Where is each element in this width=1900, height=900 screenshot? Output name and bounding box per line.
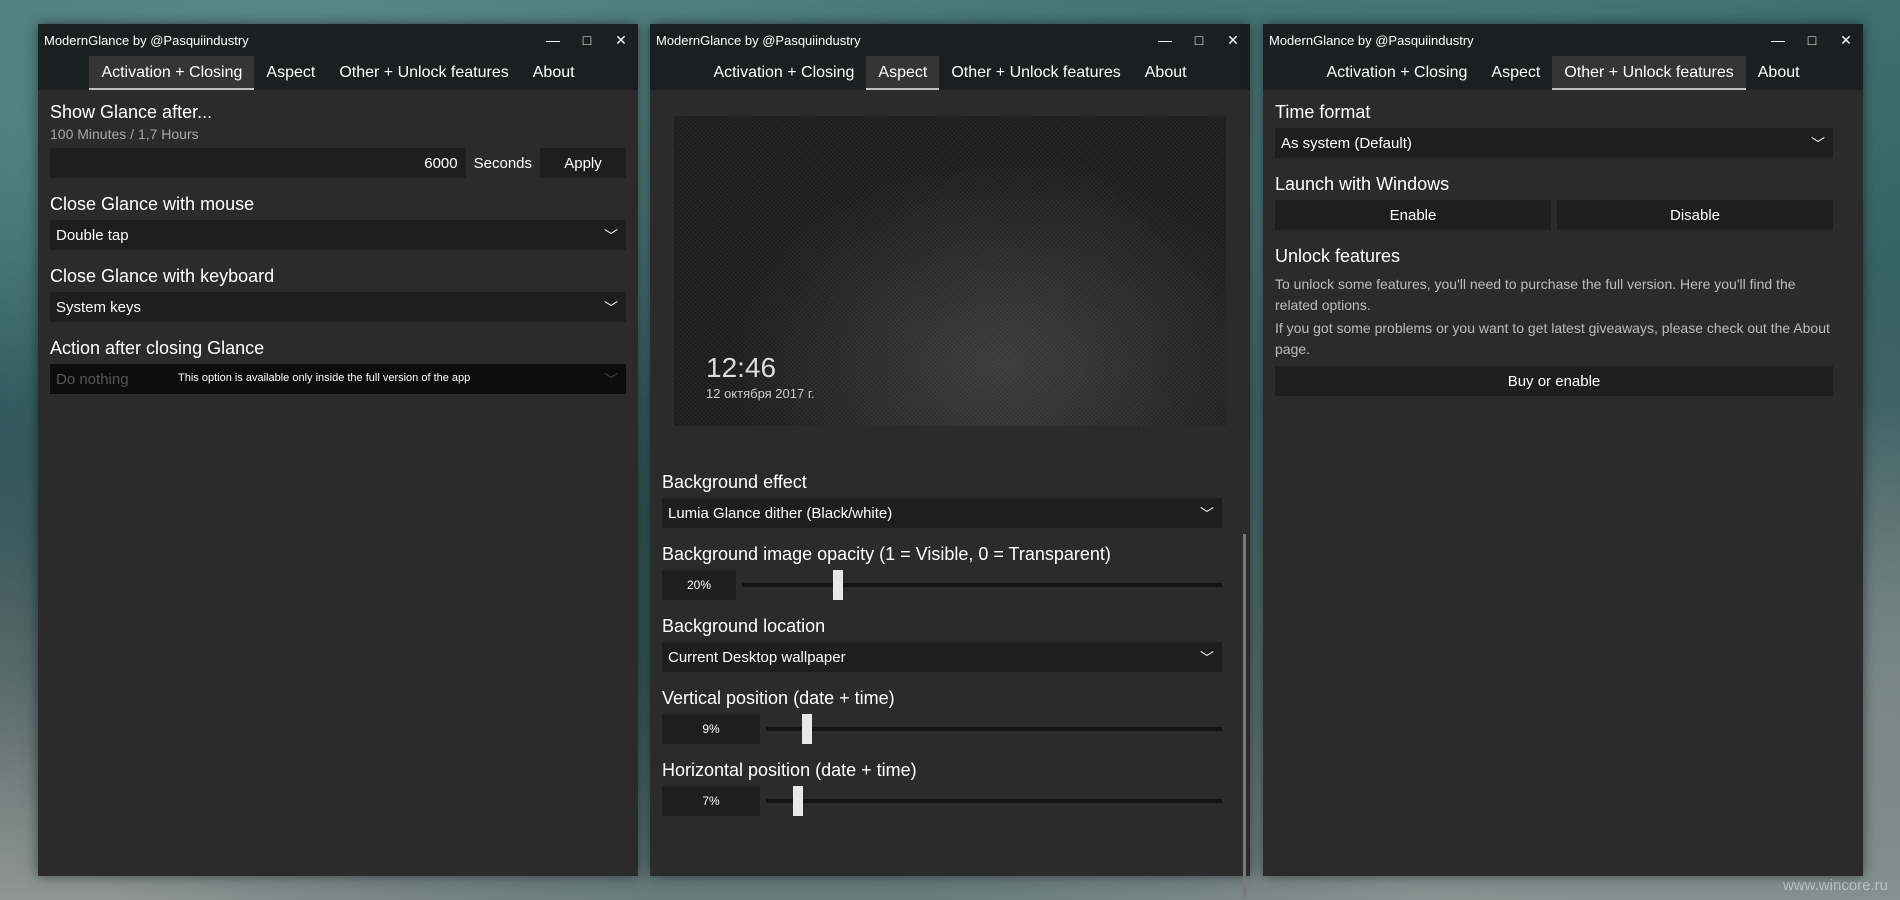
vertical-value: 9% (662, 714, 760, 744)
tab-bar: Activation + Closing Aspect Other + Unlo… (38, 56, 638, 90)
window-title: ModernGlance by @Pasquiindustry (44, 33, 249, 48)
slider-thumb[interactable] (792, 786, 803, 816)
minimize-icon[interactable]: — (538, 26, 568, 54)
close-icon[interactable]: ✕ (606, 26, 636, 54)
vertical-label: Vertical position (date + time) (662, 688, 895, 708)
chevron-down-icon: ﹀ (1200, 650, 1214, 666)
enable-button[interactable]: Enable (1275, 200, 1551, 230)
close-mouse-label: Close Glance with mouse (50, 194, 255, 214)
bg-opacity-label: Background image opacity (1 = Visible, 0… (662, 544, 1111, 564)
close-mouse-select[interactable]: Double tap ﹀ (50, 220, 626, 250)
action-after-label: Action after closing Glance (50, 338, 265, 358)
bg-opacity-slider[interactable]: 20% (662, 570, 1222, 600)
window-title: ModernGlance by @Pasquiindustry (656, 33, 861, 48)
unlock-label: Unlock features (1275, 246, 1401, 266)
tab-about[interactable]: About (1133, 56, 1199, 90)
tab-about[interactable]: About (1746, 56, 1812, 90)
slider-thumb[interactable] (802, 714, 813, 744)
window-activation: ModernGlance by @Pasquiindustry — □ ✕ Ac… (38, 24, 638, 876)
buy-button[interactable]: Buy or enable (1275, 366, 1833, 396)
close-icon[interactable]: ✕ (1831, 26, 1861, 54)
show-after-label: Show Glance after... (50, 102, 213, 122)
preview-time: 12:46 (706, 352, 777, 383)
minimize-icon[interactable]: — (1763, 26, 1793, 54)
watermark: www.wincore.ru (1782, 877, 1888, 894)
bg-effect-value: Lumia Glance dither (Black/white) (668, 504, 893, 522)
glance-preview: 12:46 12 октября 2017 г. (674, 116, 1226, 426)
apply-button[interactable]: Apply (540, 148, 626, 178)
launch-label: Launch with Windows (1275, 174, 1450, 194)
bg-location-value: Current Desktop wallpaper (668, 648, 846, 666)
title-bar[interactable]: ModernGlance by @Pasquiindustry — □ ✕ (650, 24, 1250, 56)
tab-bar: Activation + Closing Aspect Other + Unlo… (650, 56, 1250, 90)
time-format-label: Time format (1275, 102, 1371, 122)
chevron-down-icon: ﹀ (604, 372, 618, 388)
time-format-value: As system (Default) (1281, 134, 1412, 152)
maximize-icon[interactable]: □ (1184, 26, 1214, 54)
tab-other[interactable]: Other + Unlock features (939, 56, 1132, 90)
tab-other[interactable]: Other + Unlock features (327, 56, 520, 90)
title-bar[interactable]: ModernGlance by @Pasquiindustry — □ ✕ (1263, 24, 1863, 56)
tab-aspect[interactable]: Aspect (254, 56, 327, 90)
unlock-text-2: If you got some problems or you want to … (1275, 320, 1830, 357)
maximize-icon[interactable]: □ (1797, 26, 1827, 54)
action-after-value: Do nothing (56, 370, 129, 388)
maximize-icon[interactable]: □ (572, 26, 602, 54)
tab-activation[interactable]: Activation + Closing (89, 56, 255, 90)
window-aspect: ModernGlance by @Pasquiindustry — □ ✕ Ac… (650, 24, 1250, 899)
tab-about[interactable]: About (521, 56, 587, 90)
window-other: ModernGlance by @Pasquiindustry — □ ✕ Ac… (1263, 24, 1863, 876)
tab-bar: Activation + Closing Aspect Other + Unlo… (1263, 56, 1863, 90)
close-icon[interactable]: ✕ (1218, 26, 1248, 54)
horizontal-value: 7% (662, 786, 760, 816)
chevron-down-icon: ﹀ (1200, 506, 1214, 522)
tab-activation[interactable]: Activation + Closing (1314, 56, 1479, 90)
bg-location-label: Background location (662, 616, 826, 636)
full-version-notice: This option is available only inside the… (178, 372, 471, 384)
slider-thumb[interactable] (833, 570, 843, 600)
bg-effect-label: Background effect (662, 472, 807, 492)
bg-location-select[interactable]: Current Desktop wallpaper ﹀ (662, 642, 1222, 672)
tab-aspect[interactable]: Aspect (1479, 56, 1552, 90)
close-keyboard-label: Close Glance with keyboard (50, 266, 275, 286)
vertical-slider[interactable]: 9% (662, 714, 1222, 744)
minimize-icon[interactable]: — (1150, 26, 1180, 54)
tab-aspect[interactable]: Aspect (866, 56, 940, 90)
tab-other[interactable]: Other + Unlock features (1552, 56, 1747, 90)
seconds-unit: Seconds (473, 154, 532, 172)
disable-button[interactable]: Disable (1557, 200, 1833, 230)
unlock-text-1: To unlock some features, you'll need to … (1275, 276, 1796, 313)
close-keyboard-select[interactable]: System keys ﹀ (50, 292, 626, 322)
action-after-select: Do nothing This option is available only… (50, 364, 626, 394)
title-bar[interactable]: ModernGlance by @Pasquiindustry — □ ✕ (38, 24, 638, 56)
bg-effect-select[interactable]: Lumia Glance dither (Black/white) ﹀ (662, 498, 1222, 528)
chevron-down-icon: ﹀ (1811, 136, 1825, 152)
show-after-sub: 100 Minutes / 1,7 Hours (50, 126, 199, 142)
scrollbar[interactable] (1243, 534, 1246, 899)
preview-date: 12 октября 2017 г. (706, 386, 815, 401)
chevron-down-icon: ﹀ (604, 228, 618, 244)
close-keyboard-value: System keys (56, 298, 142, 316)
close-mouse-value: Double tap (56, 226, 129, 244)
window-title: ModernGlance by @Pasquiindustry (1269, 33, 1474, 48)
horizontal-slider[interactable]: 7% (662, 786, 1222, 816)
chevron-down-icon: ﹀ (604, 300, 618, 316)
time-format-select[interactable]: As system (Default) ﹀ (1275, 128, 1833, 158)
bg-opacity-value: 20% (662, 570, 736, 600)
tab-activation[interactable]: Activation + Closing (701, 56, 866, 90)
horizontal-label: Horizontal position (date + time) (662, 760, 917, 780)
seconds-input[interactable]: 6000 (50, 148, 466, 178)
